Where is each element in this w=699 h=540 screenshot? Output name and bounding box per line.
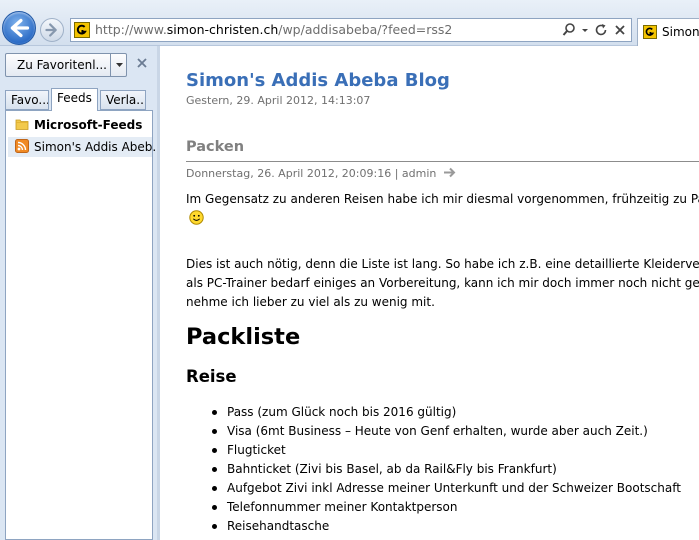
feed-content: Simon's Addis Abeba Blog Gestern, 29. Ap…	[157, 46, 699, 540]
back-button[interactable]	[2, 11, 36, 45]
chevron-down-icon[interactable]	[113, 54, 126, 76]
list-item-label: Microsoft-Feeds	[34, 118, 143, 132]
url-text[interactable]: http://www.simon-christen.ch/wp/addisabe…	[95, 22, 452, 37]
search-icon[interactable]	[562, 22, 576, 38]
site-favicon-icon	[643, 25, 657, 39]
forward-arrow-icon	[45, 23, 57, 37]
post-meta-text: Donnerstag, 26. April 2012, 20:09:16 | a…	[186, 167, 437, 180]
bullet-dot	[212, 524, 217, 529]
list-item[interactable]: Microsoft-Feeds	[8, 115, 152, 135]
feeds-list: Microsoft-Feeds Simon's Addis Abeb...	[5, 110, 164, 540]
tab-feeds[interactable]: Feeds	[51, 88, 98, 111]
post-title[interactable]: Packen	[186, 139, 244, 155]
post-paragraph-line: Dies ist auch nötig, denn die Liste ist …	[186, 257, 699, 271]
list-item-label: Simon's Addis Abeb...	[34, 140, 164, 154]
add-to-favorites-label: Zu Favoritenl...	[17, 58, 107, 72]
address-bar[interactable]: http://www.simon-christen.ch/wp/addisabe…	[70, 18, 632, 42]
post-paragraph-line: als PC-Trainer bedarf einiges an Vorbere…	[186, 276, 699, 290]
blog-title[interactable]: Simon's Addis Abeba Blog	[186, 70, 450, 91]
site-favicon-icon	[74, 22, 90, 38]
browser-tab[interactable]: Simon's	[637, 18, 699, 46]
bullet-dot	[212, 486, 217, 491]
bullet-dot	[212, 505, 217, 510]
close-icon[interactable]	[613, 22, 627, 38]
forward-button[interactable]	[40, 18, 64, 42]
bullet-dot	[212, 467, 217, 472]
favorites-tabs: Favo... Feeds Verla...	[5, 88, 153, 111]
folder-icon	[15, 117, 29, 131]
favorites-pane: Zu Favoritenl... Favo... Feeds Verla... …	[0, 46, 164, 540]
bullet-dot	[212, 410, 217, 415]
arrow-right-icon[interactable]	[443, 167, 457, 178]
bullet-dot	[212, 429, 217, 434]
post-paragraph: Im Gegensatz zu anderen Reisen habe ich …	[186, 192, 699, 206]
tab-history[interactable]: Verla...	[100, 90, 146, 110]
post-divider	[186, 161, 699, 162]
split-divider	[110, 54, 111, 76]
chevron-down-icon[interactable]	[581, 22, 589, 38]
heading-packliste: Packliste	[186, 324, 301, 350]
heading-reise: Reise	[186, 367, 237, 386]
blog-date: Gestern, 29. April 2012, 14:13:07	[186, 94, 371, 107]
bullet-dot	[212, 448, 217, 453]
back-arrow-icon	[10, 18, 30, 38]
smiley-icon	[189, 210, 204, 225]
add-to-favorites-button[interactable]: Zu Favoritenl...	[5, 53, 127, 77]
post-paragraph-line: nehme ich lieber zu viel als zu wenig mi…	[186, 295, 435, 309]
tab-title: Simon's	[662, 25, 699, 39]
rss-feed-icon	[15, 139, 29, 153]
post-meta: Donnerstag, 26. April 2012, 20:09:16 | a…	[186, 167, 457, 180]
navigation-bar: http://www.simon-christen.ch/wp/addisabe…	[0, 0, 699, 46]
close-icon[interactable]	[135, 56, 149, 70]
refresh-icon[interactable]	[594, 22, 608, 38]
list-item[interactable]: Simon's Addis Abeb...	[8, 137, 164, 157]
tab-favorites[interactable]: Favo...	[5, 90, 49, 110]
